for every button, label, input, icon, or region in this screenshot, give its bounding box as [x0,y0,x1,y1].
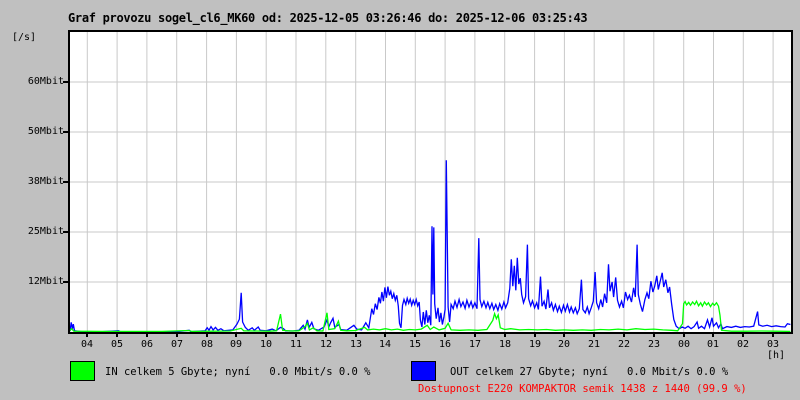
y-axis-unit-label: [/s] [12,32,36,43]
x-tick-label: 21 [588,340,600,350]
x-tick-mark [444,334,446,337]
availability-note: Dostupnost E220 KOMPAKTOR semik 1438 z 1… [418,383,747,395]
x-tick-label: 12 [320,340,332,350]
x-tick-mark [176,334,178,337]
x-tick-mark [265,334,267,337]
traffic-chart [70,32,791,332]
x-tick-label: 23 [648,340,660,350]
x-tick-mark [355,334,357,337]
x-tick-label: 08 [201,340,213,350]
x-tick-mark [742,334,744,337]
x-tick-mark [295,334,297,337]
x-tick-label: 06 [141,340,153,350]
x-tick-mark [384,334,386,337]
legend-out-swatch [411,361,436,381]
y-tick-label: 50Mbit [0,127,64,137]
series-out-line [70,160,790,331]
x-tick-label: 10 [260,340,272,350]
x-axis-unit-label: [h] [767,350,785,361]
x-tick-mark [653,334,655,337]
x-tick-label: 09 [230,340,242,350]
x-tick-label: 11 [290,340,302,350]
x-tick-label: 01 [707,340,719,350]
x-tick-mark [623,334,625,337]
x-tick-label: 05 [111,340,123,350]
x-tick-mark [593,334,595,337]
x-tick-mark [683,334,685,337]
x-tick-mark [712,334,714,337]
x-tick-label: 17 [469,340,481,350]
y-tick-mark [63,181,69,183]
y-tick-label: 38Mbit [0,177,64,187]
traffic-graph-page: { "title": "Graf provozu sogel_cl6_MK60 … [0,0,800,400]
legend-in-label: IN celkem 5 Gbyte; nyní 0.0 Mbit/s 0.0 % [105,366,371,378]
y-tick-mark [63,231,69,233]
x-tick-mark [116,334,118,337]
y-tick-mark [63,131,69,133]
x-tick-mark [235,334,237,337]
x-tick-label: 22 [618,340,630,350]
x-tick-label: 03 [767,340,779,350]
y-tick-label: 25Mbit [0,227,64,237]
y-tick-mark [63,281,69,283]
legend-out-label: OUT celkem 27 Gbyte; nyní 0.0 Mbit/s 0.0… [450,366,728,378]
x-tick-label: 18 [499,340,511,350]
x-tick-label: 13 [350,340,362,350]
y-tick-label: 60Mbit [0,77,64,87]
plot-area [68,30,793,334]
y-tick-mark [63,81,69,83]
x-tick-mark [146,334,148,337]
x-tick-mark [206,334,208,337]
x-tick-label: 02 [737,340,749,350]
x-tick-label: 16 [439,340,451,350]
x-tick-label: 19 [529,340,541,350]
y-tick-label: 12Mbit [0,277,64,287]
x-tick-mark [772,334,774,337]
x-tick-mark [414,334,416,337]
x-tick-mark [474,334,476,337]
x-tick-label: 04 [81,340,93,350]
x-tick-mark [534,334,536,337]
x-tick-label: 00 [678,340,690,350]
legend-in-swatch [70,361,95,381]
x-tick-label: 15 [409,340,421,350]
x-tick-label: 14 [379,340,391,350]
x-tick-label: 20 [558,340,570,350]
x-tick-mark [325,334,327,337]
x-tick-label: 07 [171,340,183,350]
page-title: Graf provozu sogel_cl6_MK60 od: 2025-12-… [68,11,587,25]
x-tick-mark [563,334,565,337]
x-tick-mark [86,334,88,337]
x-tick-mark [504,334,506,337]
